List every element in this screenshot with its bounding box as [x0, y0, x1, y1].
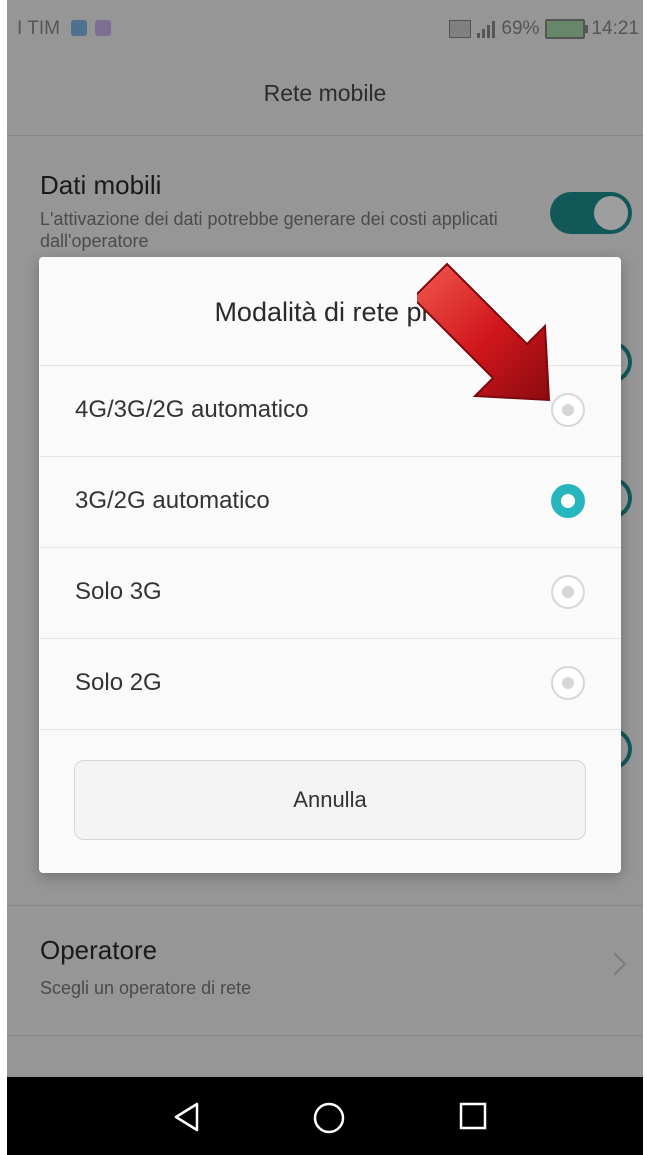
option-label: 3G/2G automatico — [75, 487, 270, 514]
back-icon[interactable] — [171, 1101, 203, 1133]
radio-icon[interactable] — [551, 575, 585, 609]
option-row[interactable]: 3G/2G automatico — [39, 457, 621, 547]
option-label: Solo 3G — [75, 578, 162, 605]
divider — [39, 729, 621, 730]
option-row[interactable]: Solo 3G — [39, 548, 621, 638]
red-arrow-annotation — [417, 262, 551, 402]
option-label: Solo 2G — [75, 669, 162, 696]
phone-screen: I TIM 69% 14:21 Rete mobile Dati mobili … — [7, 0, 643, 1155]
radio-icon[interactable] — [551, 666, 585, 700]
home-icon[interactable] — [312, 1101, 346, 1135]
cancel-button[interactable]: Annulla — [74, 760, 586, 840]
option-row[interactable]: Solo 2G — [39, 639, 621, 729]
navigation-bar — [7, 1077, 643, 1155]
option-label: 4G/3G/2G automatico — [75, 396, 309, 423]
radio-selected-icon[interactable] — [551, 484, 585, 518]
recents-icon[interactable] — [458, 1101, 488, 1131]
